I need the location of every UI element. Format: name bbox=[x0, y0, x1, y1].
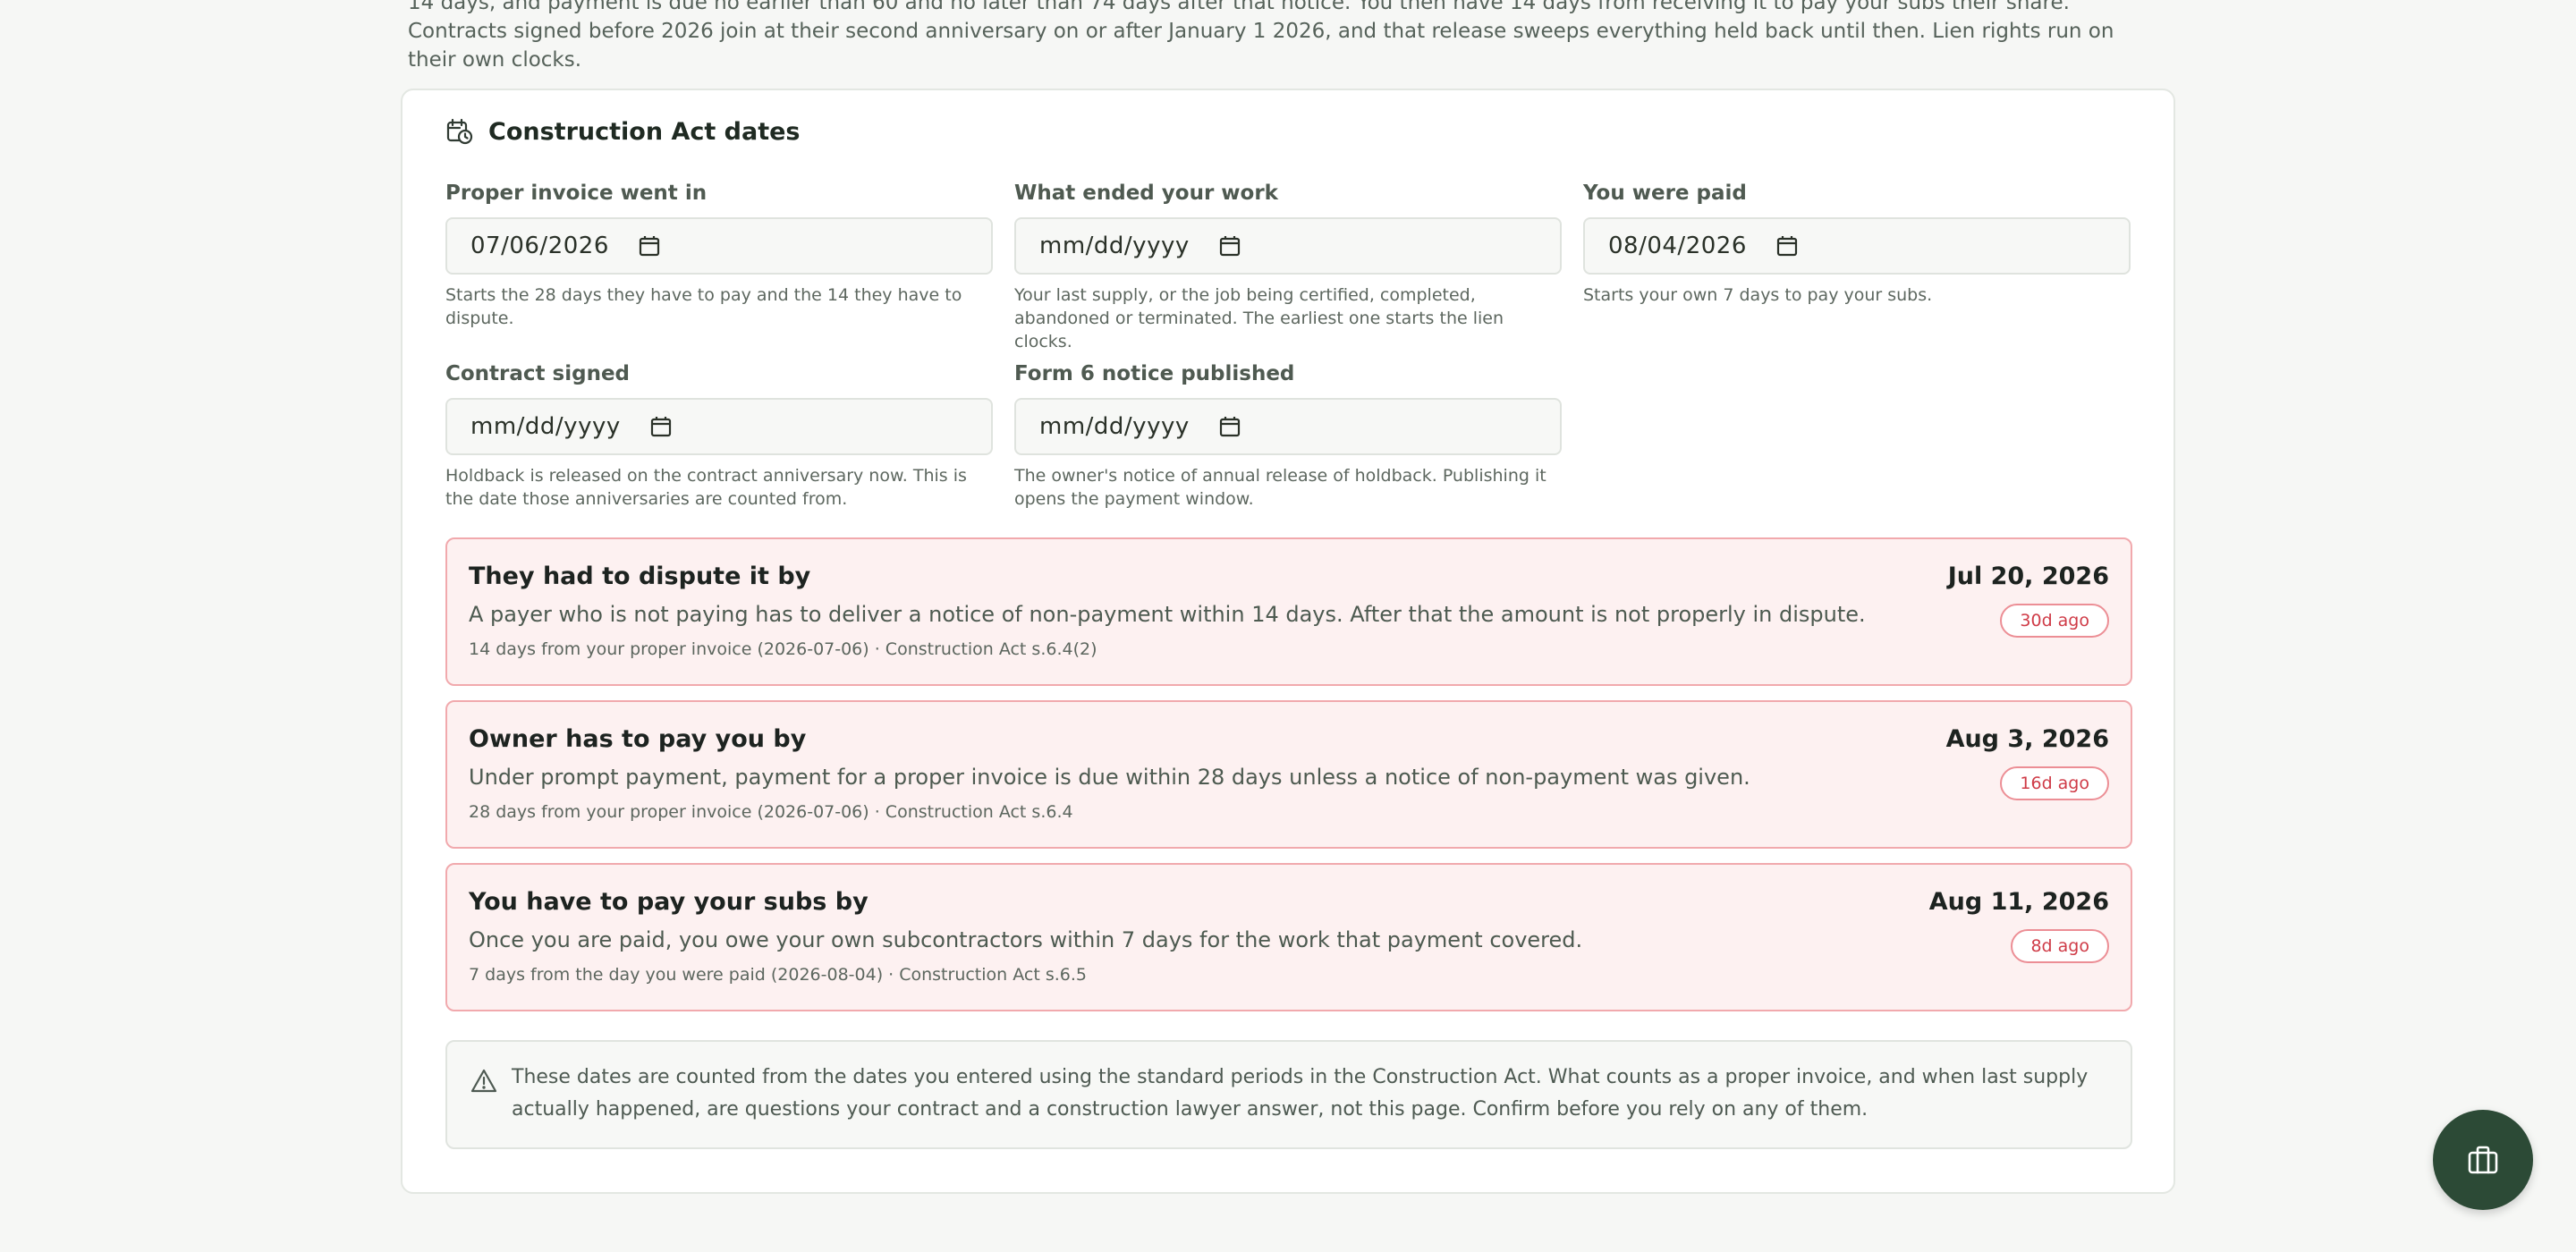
contract-date-label: Contract signed bbox=[445, 362, 631, 385]
overdue-badge: 8d ago bbox=[2011, 929, 2109, 963]
overdue-badge: 16d ago bbox=[2000, 766, 2109, 800]
deadline-source: 28 days from your proper invoice (2026-0… bbox=[469, 802, 1073, 822]
paid-date-field: You were paid 08/04/2026 Starts your own… bbox=[1583, 180, 2131, 307]
disclaimer-box: These dates are counted from the dates y… bbox=[445, 1040, 2132, 1149]
deadline-card-pay-subs: You have to pay your subs by Once you ar… bbox=[445, 863, 2132, 1011]
form6-date-value: mm/dd/yyyy bbox=[1039, 413, 1190, 440]
form6-date-field: Form 6 notice published mm/dd/yyyy The o… bbox=[1014, 360, 1562, 511]
contract-date-hint: Holdback is released on the contract ann… bbox=[445, 466, 967, 509]
invoice-date-value: 07/06/2026 bbox=[470, 233, 609, 259]
contract-date-value: mm/dd/yyyy bbox=[470, 413, 621, 440]
deadline-source: 7 days from the day you were paid (2026-… bbox=[469, 965, 1087, 985]
deadline-title: You have to pay your subs by bbox=[469, 888, 869, 916]
invoice-date-hint: Starts the 28 days they have to pay and … bbox=[445, 285, 962, 328]
paid-date-label: You were paid bbox=[1583, 182, 1747, 205]
deadline-description: A payer who is not paying has to deliver… bbox=[469, 602, 1866, 627]
deadline-description: Under prompt payment, payment for a prop… bbox=[469, 765, 1750, 790]
deadline-title: Owner has to pay you by bbox=[469, 725, 807, 753]
work-end-date-field: What ended your work mm/dd/yyyy Your las… bbox=[1014, 180, 1562, 353]
deadline-card-owner-pay: Owner has to pay you by Under prompt pay… bbox=[445, 700, 2132, 849]
deadline-title: They had to dispute it by bbox=[469, 563, 811, 590]
deadline-source: 14 days from your proper invoice (2026-0… bbox=[469, 639, 1097, 659]
invoice-date-field: Proper invoice went in 07/06/2026 Starts… bbox=[445, 180, 993, 330]
calendar-icon[interactable] bbox=[1218, 234, 1241, 258]
calendar-clock-icon bbox=[445, 117, 474, 146]
contract-date-input[interactable]: mm/dd/yyyy bbox=[445, 398, 993, 455]
invoice-date-label: Proper invoice went in bbox=[445, 182, 708, 205]
form6-date-hint: The owner's notice of annual release of … bbox=[1014, 466, 1546, 509]
help-button[interactable] bbox=[2433, 1110, 2533, 1210]
card-title: Construction Act dates bbox=[488, 117, 801, 146]
overdue-badge: 30d ago bbox=[2000, 604, 2109, 638]
form6-date-input[interactable]: mm/dd/yyyy bbox=[1014, 398, 1562, 455]
construction-act-dates-card: Construction Act dates Proper invoice we… bbox=[401, 89, 2175, 1194]
briefcase-icon bbox=[2465, 1142, 2501, 1178]
deadline-card-dispute: They had to dispute it by A payer who is… bbox=[445, 537, 2132, 686]
contract-date-field: Contract signed mm/dd/yyyy Holdback is r… bbox=[445, 360, 993, 511]
deadline-date: Jul 20, 2026 bbox=[1947, 563, 2109, 590]
card-header: Construction Act dates bbox=[445, 114, 800, 149]
deadline-date: Aug 11, 2026 bbox=[1928, 888, 2109, 916]
intro-paragraph: 14 days, and payment is due no earlier t… bbox=[408, 0, 2114, 72]
disclaimer-text: These dates are counted from the dates y… bbox=[512, 1066, 2089, 1121]
work-end-date-label: What ended your work bbox=[1014, 182, 1278, 205]
calendar-icon[interactable] bbox=[1218, 415, 1241, 438]
paid-date-input[interactable]: 08/04/2026 bbox=[1583, 217, 2131, 275]
calendar-icon[interactable] bbox=[638, 234, 661, 258]
work-end-date-hint: Your last supply, or the job being certi… bbox=[1014, 285, 1504, 351]
warning-triangle-icon bbox=[470, 1068, 497, 1095]
invoice-date-input[interactable]: 07/06/2026 bbox=[445, 217, 993, 275]
calendar-icon[interactable] bbox=[649, 415, 673, 438]
form6-date-label: Form 6 notice published bbox=[1014, 362, 1295, 385]
deadline-date: Aug 3, 2026 bbox=[1945, 725, 2109, 753]
paid-date-hint: Starts your own 7 days to pay your subs. bbox=[1583, 285, 1933, 305]
paid-date-value: 08/04/2026 bbox=[1608, 233, 1747, 259]
work-end-date-value: mm/dd/yyyy bbox=[1039, 233, 1190, 259]
calendar-icon[interactable] bbox=[1775, 234, 1799, 258]
deadline-description: Once you are paid, you owe your own subc… bbox=[469, 927, 1583, 952]
work-end-date-input[interactable]: mm/dd/yyyy bbox=[1014, 217, 1562, 275]
